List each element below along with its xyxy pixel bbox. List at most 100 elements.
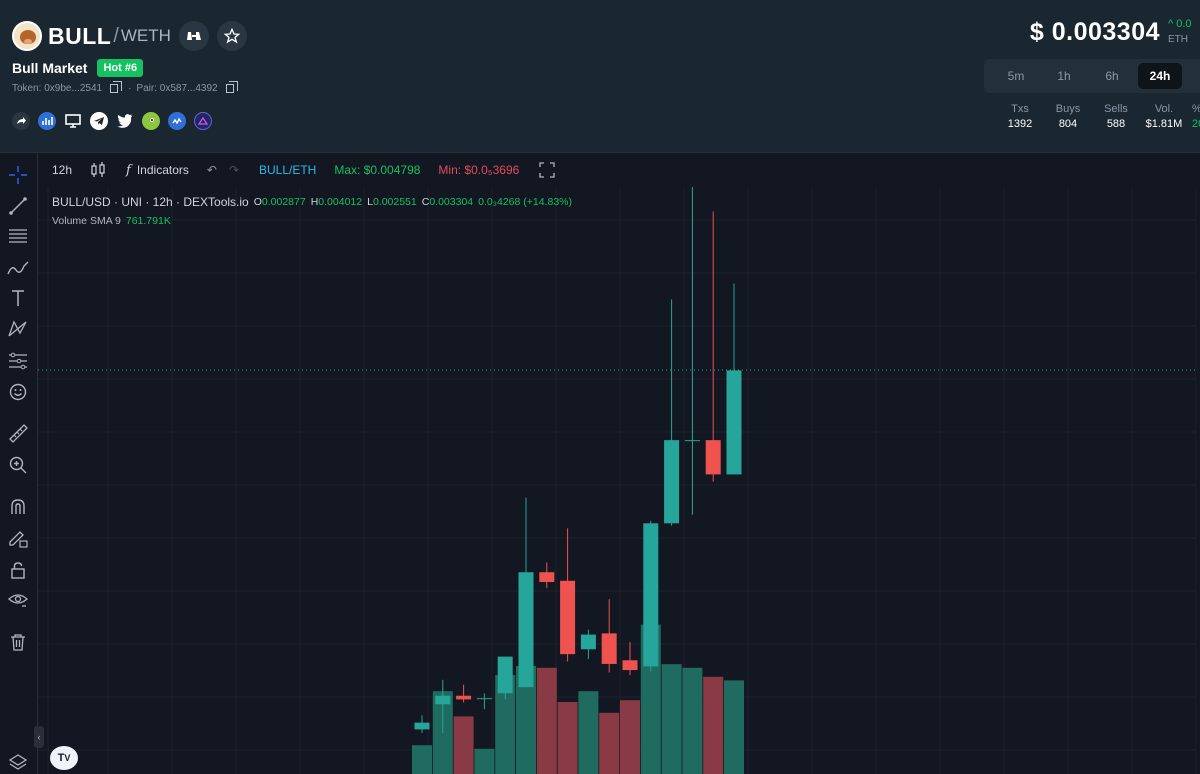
bull-token-logo bbox=[12, 21, 42, 51]
pair-switch-button[interactable]: BULL/ETH bbox=[259, 153, 316, 187]
volume-label: Volume SMA 9 bbox=[52, 215, 121, 227]
stat-sells: Sells 588 bbox=[1092, 103, 1140, 130]
stat-txs: Txs 1392 bbox=[996, 103, 1044, 130]
twitter-icon[interactable] bbox=[116, 112, 134, 130]
price-chart[interactable] bbox=[38, 187, 1200, 774]
legend-close: 0.003304 bbox=[429, 196, 474, 208]
min-price-label: Min: $0.0₅3696 bbox=[438, 163, 520, 177]
timeframe-6h[interactable]: 6h bbox=[1090, 63, 1134, 89]
stat-volume: Vol. $1.81M bbox=[1140, 103, 1188, 130]
coinmarketcap-icon[interactable] bbox=[168, 112, 186, 130]
magnet-icon[interactable] bbox=[6, 495, 30, 519]
forecast-icon[interactable] bbox=[6, 348, 30, 372]
coingecko-icon[interactable] bbox=[142, 112, 160, 130]
copy-pair-icon[interactable] bbox=[225, 81, 238, 93]
tradingview-logo[interactable]: TV bbox=[50, 746, 78, 770]
legend-change: 0.0₃4268 (+14.83%) bbox=[478, 196, 573, 208]
volume-bar bbox=[453, 716, 474, 774]
binoculars-icon bbox=[186, 32, 201, 40]
pair-header: BULL / WETH Bull Market Hot #6 Token: 0x… bbox=[0, 0, 1200, 153]
trend-line-icon[interactable] bbox=[6, 194, 30, 218]
stat-value: 20 bbox=[1192, 118, 1200, 130]
trash-icon[interactable] bbox=[6, 630, 30, 654]
candle-style-button[interactable] bbox=[90, 161, 106, 179]
candle-body bbox=[414, 722, 430, 730]
redo-button[interactable]: ↷ bbox=[229, 153, 239, 187]
ohlc-legend: BULL/USD · UNI · 12h · DEXTools.io O 0.00… bbox=[52, 195, 572, 209]
candle-body bbox=[539, 572, 555, 583]
chart-toolbar: 12h f Indicators ↶ ↷ BULL/ETH Max: $0.00… bbox=[38, 153, 1200, 187]
token-address: Token: 0x9be...2541 bbox=[12, 83, 103, 94]
volume-value: 761.791K bbox=[125, 215, 171, 227]
crosshair-icon[interactable] bbox=[6, 163, 30, 187]
lock-draw-icon[interactable] bbox=[6, 526, 30, 550]
trade-stats: Txs 1392 Buys 804 Sells 588 Vol. $1.81M … bbox=[996, 103, 1200, 130]
volume-legend: Volume SMA 9 761.791K bbox=[52, 215, 171, 227]
candle-body bbox=[456, 695, 472, 700]
timeframe-1h[interactable]: 1h bbox=[1042, 63, 1086, 89]
drawing-toolbar bbox=[0, 153, 38, 774]
copy-token-icon[interactable] bbox=[110, 81, 123, 93]
timeframe-5m[interactable]: 5m bbox=[994, 63, 1038, 89]
undo-button[interactable]: ↶ bbox=[207, 153, 217, 187]
indicators-button[interactable]: f Indicators bbox=[126, 153, 189, 187]
candle-body bbox=[560, 580, 576, 655]
volume-bar bbox=[703, 676, 724, 774]
stat-value: 804 bbox=[1058, 118, 1078, 130]
indicators-label: Indicators bbox=[136, 163, 189, 177]
legend-open-label: O bbox=[253, 196, 262, 208]
telegram-icon[interactable] bbox=[90, 112, 108, 130]
candle-body bbox=[684, 440, 700, 442]
emoji-icon[interactable] bbox=[6, 380, 30, 404]
layers-icon[interactable] bbox=[6, 750, 30, 774]
stat-value: 1392 bbox=[1007, 118, 1033, 130]
website-icon[interactable] bbox=[64, 112, 82, 130]
fullscreen-icon bbox=[539, 162, 555, 178]
current-price: $ 0.003304 bbox=[1029, 18, 1160, 46]
candle-body bbox=[622, 660, 638, 671]
volume-bar bbox=[557, 702, 578, 774]
dextools-icon[interactable] bbox=[194, 112, 212, 130]
legend-high-label: H bbox=[310, 196, 319, 208]
price-scale-edge bbox=[1196, 187, 1200, 774]
price-change-unit: ETH bbox=[1168, 34, 1188, 45]
candle-body bbox=[476, 698, 492, 700]
volume-bar bbox=[620, 700, 640, 774]
share-icon[interactable] bbox=[12, 112, 30, 130]
stat-label: Vol. bbox=[1154, 103, 1174, 115]
stat-value: $1.81M bbox=[1145, 118, 1183, 130]
candle-body bbox=[497, 656, 513, 694]
chart-icon[interactable] bbox=[38, 112, 56, 130]
candle-type-icon bbox=[91, 162, 105, 177]
lock-icon[interactable] bbox=[6, 558, 30, 582]
price-change: ^ 0.0 ETH bbox=[1168, 18, 1200, 45]
legend-low: 0.002551 bbox=[372, 196, 417, 208]
pair-slash: / bbox=[113, 24, 119, 47]
volume-bar bbox=[724, 680, 744, 774]
volume-bar bbox=[578, 691, 599, 774]
fib-icon[interactable] bbox=[6, 224, 30, 248]
address-row: Token: 0x9be...2541 · Pair: 0x587...4392 bbox=[12, 81, 239, 94]
volume-bar bbox=[536, 667, 557, 774]
favorite-button[interactable] bbox=[216, 21, 247, 51]
ruler-icon[interactable] bbox=[6, 421, 30, 445]
pattern-icon[interactable] bbox=[6, 317, 30, 341]
eye-icon[interactable] bbox=[6, 588, 30, 612]
candle-body bbox=[580, 634, 596, 650]
stat-percent: % 20 bbox=[1188, 103, 1200, 130]
candle-body bbox=[643, 523, 659, 667]
timeframe-24h[interactable]: 24h bbox=[1138, 63, 1182, 89]
fullscreen-button[interactable] bbox=[539, 153, 555, 187]
brush-icon[interactable] bbox=[6, 256, 30, 280]
interval-button[interactable]: 12h bbox=[52, 153, 72, 187]
zoom-in-icon[interactable] bbox=[6, 453, 30, 477]
volume-bar bbox=[661, 664, 682, 774]
fx-icon: f bbox=[126, 162, 131, 178]
text-icon[interactable] bbox=[6, 286, 30, 310]
stat-label: % bbox=[1192, 103, 1200, 115]
legend-open: 0.002877 bbox=[261, 196, 306, 208]
binoculars-button[interactable] bbox=[178, 21, 209, 51]
candle-body bbox=[705, 440, 721, 475]
candle-body bbox=[726, 370, 742, 475]
pair-title-row: BULL / WETH bbox=[12, 20, 247, 52]
